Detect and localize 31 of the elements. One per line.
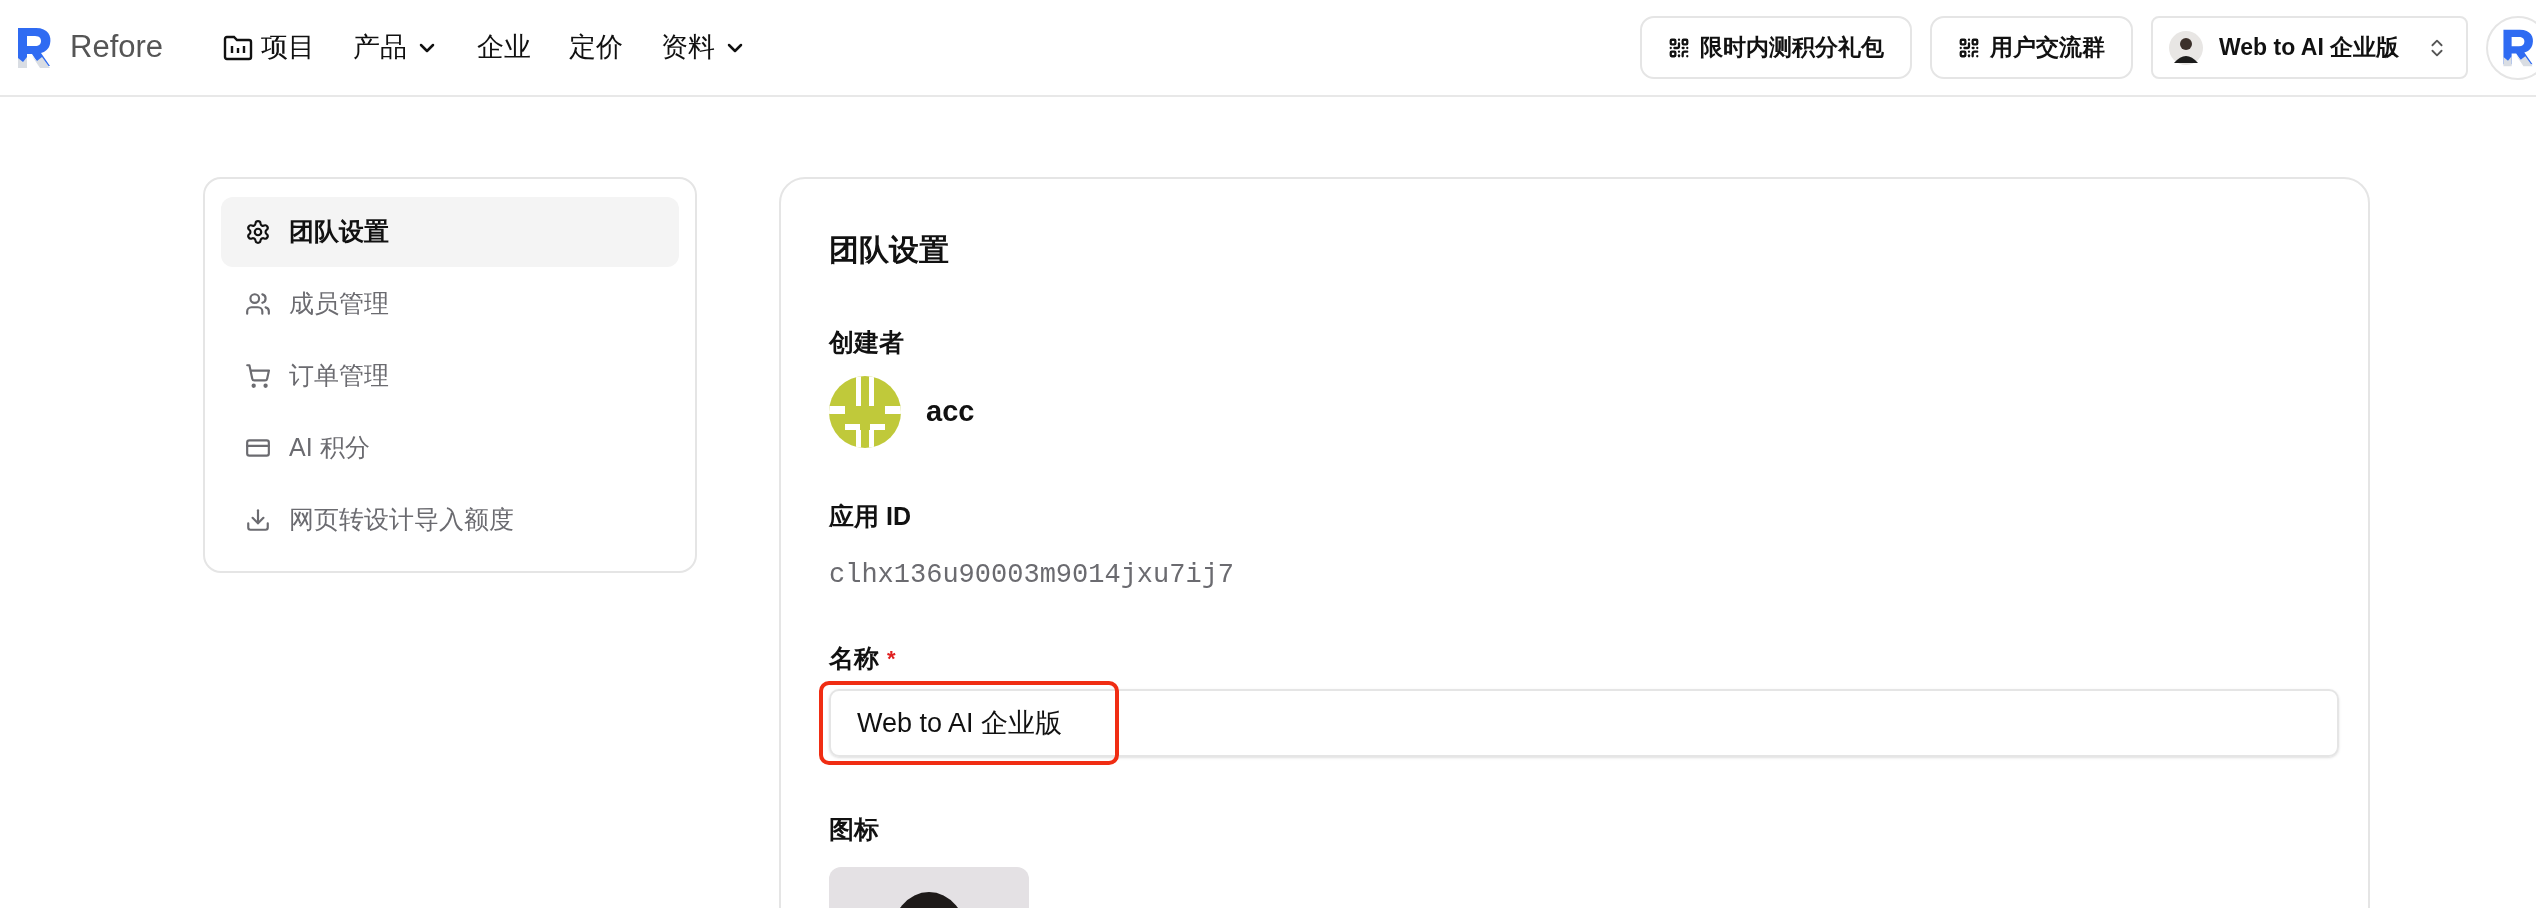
creator-name: acc [926,393,975,429]
nav-link[interactable]: 定价 [569,27,624,68]
field-label: 图标 [829,814,880,845]
nav-link[interactable]: 项目 [223,27,316,68]
field-label: 名称 [829,642,879,674]
sidebar-item[interactable]: 团队设置 [221,197,679,267]
nav-link[interactable]: 企业 [477,27,532,68]
name-input[interactable]: Web to AI 企业版 [829,689,2339,757]
brand-name: Refore [70,28,164,67]
sidebar-item[interactable]: 网页转设计导入额度 [221,485,679,555]
folder-icon [223,34,254,61]
account-avatar[interactable] [2486,15,2536,80]
field-label: 创建者 [829,327,905,358]
header-button[interactable]: 限时内测积分礼包 [1640,16,1912,79]
field-label: 应用 ID [829,500,912,532]
team-switcher[interactable]: Web to AI 企业版 [2151,16,2468,79]
download-icon [245,507,271,533]
required-asterisk: * [887,644,896,673]
app-id-value: clhx136u90003m9014jxu7ij7 [829,559,1236,592]
users-icon [245,291,271,317]
header-button[interactable]: 用户交流群 [1930,16,2133,79]
settings-icon [245,219,271,245]
nav-link[interactable]: 资料 [661,27,748,68]
qr-code-icon [1668,36,1690,59]
sidebar-item[interactable]: 订单管理 [221,341,679,411]
qr-code-icon [1958,36,1980,59]
sidebar-item[interactable]: 成员管理 [221,269,679,339]
cart-icon [245,363,271,389]
panel-title: 团队设置 [829,232,950,268]
nav-link[interactable]: 产品 [353,27,440,68]
sidebar-item[interactable]: AI 积分 [221,413,679,483]
